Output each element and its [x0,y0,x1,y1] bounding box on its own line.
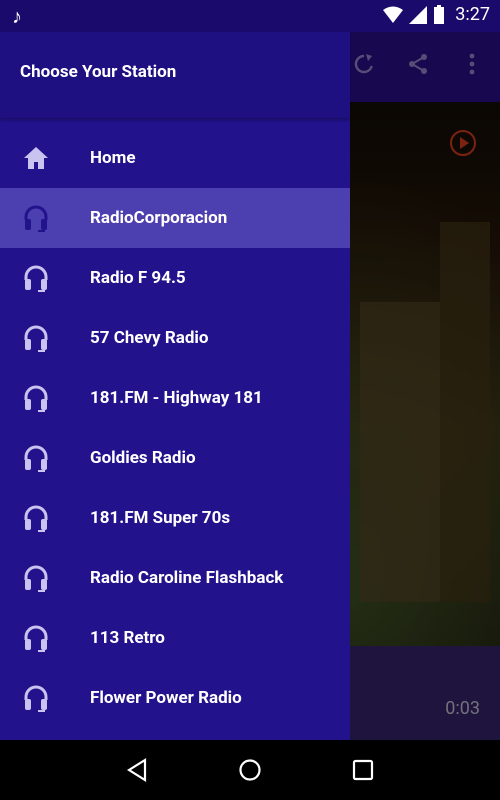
headphones-icon [0,684,90,712]
menu-item-station[interactable]: 57 Chevy Radio [0,308,350,368]
music-note-icon: ♪ [12,4,22,28]
menu-item-label: Goldies Radio [90,448,196,468]
headphones-icon [0,504,90,532]
menu-item-label: 181.FM - Highway 181 [90,388,263,408]
menu-item-station[interactable]: Radio Caroline Flashback [0,548,350,608]
headphones-icon [0,624,90,652]
menu-item-label: Flower Power Radio [90,688,242,708]
headphones-icon [0,444,90,472]
menu-item-station[interactable]: 181.FM Super 70s [0,488,350,548]
menu-item-station[interactable]: 181.FM - Highway 181 [0,368,350,428]
home-nav-icon[interactable] [235,755,265,785]
menu-item-label: RadioCorporacion [90,208,228,228]
menu-item-home[interactable]: Home [0,128,350,188]
menu-item-station[interactable]: 113 Retro [0,608,350,668]
headphones-icon [0,264,90,292]
menu-item-station[interactable]: Goldies Radio [0,428,350,488]
menu-item-label: Radio Caroline Flashback [90,568,284,588]
navigation-drawer: Choose Your Station Home RadioCorporacio… [0,0,350,740]
menu-item-station[interactable]: Radio F 94.5 [0,248,350,308]
menu-item-label: Radio F 94.5 [90,268,186,288]
headphones-icon [0,324,90,352]
menu-item-station[interactable]: RadioCorporacion [0,188,350,248]
headphones-icon [0,204,90,232]
headphones-icon [0,384,90,412]
status-icons: 3:27 [383,4,490,25]
menu-item-label: 57 Chevy Radio [90,328,209,348]
menu-item-label: 181.FM Super 70s [90,508,231,528]
drawer-header: Choose Your Station [0,32,350,118]
system-nav-bar [0,740,500,800]
status-bar: ♪ 3:27 [0,0,500,32]
menu-item-label: 113 Retro [90,628,165,648]
battery-icon [434,4,445,24]
drawer-title: Choose Your Station [20,62,177,82]
signal-icon [409,5,428,24]
recents-icon[interactable] [348,755,378,785]
wifi-icon [383,6,404,23]
home-icon [0,146,90,170]
station-list: Home RadioCorporacion Radio F 94.5 57 Ch… [0,128,350,728]
headphones-icon [0,564,90,592]
menu-item-station[interactable]: Flower Power Radio [0,668,350,728]
back-icon[interactable] [122,755,152,785]
menu-item-label: Home [90,148,136,168]
clock: 3:27 [455,4,490,25]
